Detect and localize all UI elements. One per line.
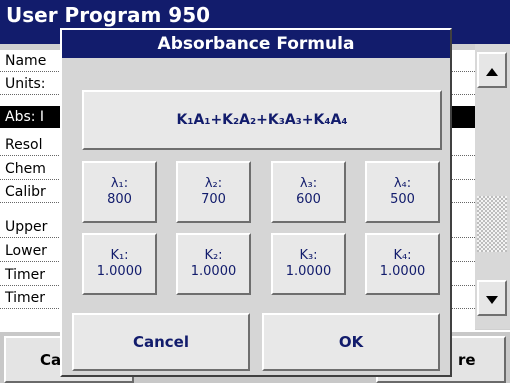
ok-button[interactable]: OK [262, 313, 440, 371]
factor-4-label: K₄: [393, 248, 412, 263]
scrollbar-thumb[interactable] [477, 196, 507, 252]
factor-1-value: 1.0000 [96, 264, 143, 279]
factor-3-button[interactable]: K₃: 1.0000 [271, 233, 346, 295]
factor-1-button[interactable]: K₁: 1.0000 [82, 233, 157, 295]
factor-4-value: 1.0000 [379, 264, 426, 279]
factor-1-label: K₁: [110, 248, 129, 263]
factor-2-label: K₂: [204, 248, 223, 263]
wavelength-2-button[interactable]: λ₂: 700 [176, 161, 251, 223]
wavelength-2-label: λ₂: [204, 176, 223, 191]
wavelength-3-label: λ₃: [299, 176, 318, 191]
wavelength-1-label: λ₁: [110, 176, 129, 191]
scroll-down-button[interactable] [477, 280, 507, 316]
cancel-button[interactable]: Cancel [72, 313, 250, 371]
wavelength-3-value: 600 [296, 192, 321, 207]
triangle-down-icon [486, 289, 498, 308]
wavelength-4-label: λ₄: [393, 176, 412, 191]
wavelength-4-button[interactable]: λ₄: 500 [365, 161, 440, 223]
factor-2-value: 1.0000 [190, 264, 237, 279]
factor-2-button[interactable]: K₂: 1.0000 [176, 233, 251, 295]
factor-3-value: 1.0000 [285, 264, 332, 279]
wavelength-4-value: 500 [390, 192, 415, 207]
dialog-title: Absorbance Formula [62, 30, 450, 58]
wavelength-3-button[interactable]: λ₃: 600 [271, 161, 346, 223]
formula-text: K₁A₁+K₂A₂+K₃A₃+K₄A₄ [176, 112, 348, 128]
wavelength-2-value: 700 [201, 192, 226, 207]
factor-3-label: K₃: [299, 248, 318, 263]
factor-4-button[interactable]: K₄: 1.0000 [365, 233, 440, 295]
wavelength-1-value: 800 [107, 192, 132, 207]
absorbance-formula-dialog: Absorbance Formula K₁A₁+K₂A₂+K₃A₃+K₄A₄ λ… [60, 28, 452, 377]
wavelength-1-button[interactable]: λ₁: 800 [82, 161, 157, 223]
scroll-up-button[interactable] [477, 52, 507, 88]
formula-button[interactable]: K₁A₁+K₂A₂+K₃A₃+K₄A₄ [82, 90, 442, 150]
triangle-up-icon [486, 61, 498, 80]
